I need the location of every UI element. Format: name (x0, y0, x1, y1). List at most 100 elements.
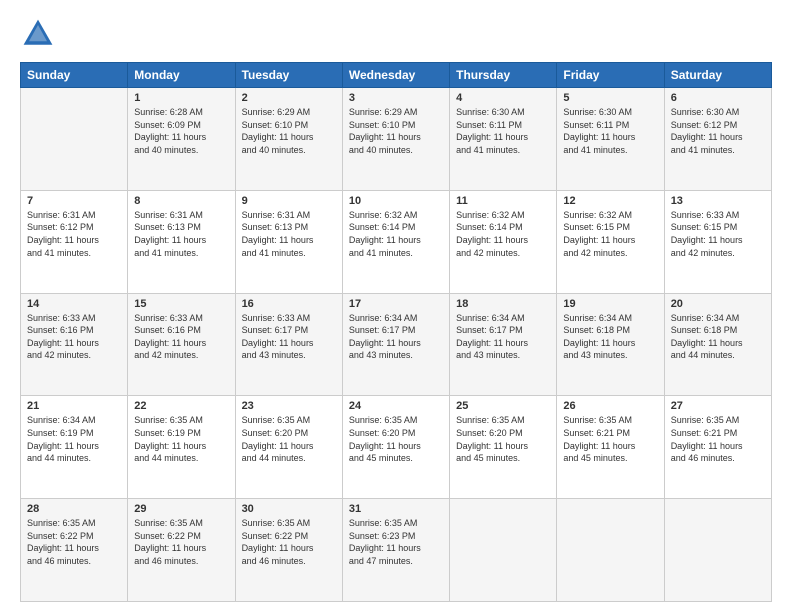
day-info: Sunrise: 6:31 AM Sunset: 6:13 PM Dayligh… (242, 209, 336, 259)
day-header-tuesday: Tuesday (235, 63, 342, 88)
calendar-cell (664, 499, 771, 602)
calendar-cell: 13Sunrise: 6:33 AM Sunset: 6:15 PM Dayli… (664, 190, 771, 293)
header-row: SundayMondayTuesdayWednesdayThursdayFrid… (21, 63, 772, 88)
day-info: Sunrise: 6:28 AM Sunset: 6:09 PM Dayligh… (134, 106, 228, 156)
header (20, 16, 772, 52)
day-number: 24 (349, 400, 443, 412)
week-row-2: 7 Sunrise: 6:31 AM Sunset: 6:12 PM Daylig… (21, 190, 772, 293)
day-number: 11 (456, 195, 550, 207)
day-info: Sunrise: 6:30 AM Sunset: 6:12 PM Dayligh… (671, 106, 765, 156)
calendar-cell (21, 88, 128, 191)
day-info: Sunrise: 6:32 AM Sunset: 6:14 PM Dayligh… (456, 209, 550, 259)
day-info: Sunrise: 6:35 AM Sunset: 6:22 PM Dayligh… (134, 517, 228, 567)
day-info: Sunrise: 6:32 AM Sunset: 6:15 PM Dayligh… (563, 209, 657, 259)
day-number: 29 (134, 503, 228, 515)
logo (20, 16, 60, 52)
week-row-1: 1Sunrise: 6:28 AM Sunset: 6:09 PM Daylig… (21, 88, 772, 191)
calendar-cell: 25 Sunrise: 6:35 AM Sunset: 6:20 PM Dayli… (450, 396, 557, 499)
day-number: 21 (27, 400, 121, 412)
calendar-cell (557, 499, 664, 602)
day-number: 23 (242, 400, 336, 412)
day-number: 14 (27, 298, 121, 310)
page: SundayMondayTuesdayWednesdayThursdayFrid… (0, 0, 792, 612)
day-info: Sunrise: 6:33 AM Sunset: 6:16 PM Dayligh… (134, 312, 228, 362)
day-number: 16 (242, 298, 336, 310)
week-row-4: 21 Sunrise: 6:34 AM Sunset: 6:19 PM Dayli… (21, 396, 772, 499)
day-number: 26 (563, 400, 657, 412)
day-info: Sunrise: 6:34 AM Sunset: 6:18 PM Dayligh… (671, 312, 765, 362)
logo-icon (20, 16, 56, 52)
calendar-cell: 27 Sunrise: 6:35 AM Sunset: 6:21 PM Dayli… (664, 396, 771, 499)
day-info: Sunrise: 6:35 AM Sunset: 6:21 PM Dayligh… (563, 414, 657, 464)
day-info: Sunrise: 6:33 AM Sunset: 6:15 PM Dayligh… (671, 209, 765, 259)
day-header-thursday: Thursday (450, 63, 557, 88)
day-header-saturday: Saturday (664, 63, 771, 88)
day-header-friday: Friday (557, 63, 664, 88)
day-number: 15 (134, 298, 228, 310)
calendar-cell: 20Sunrise: 6:34 AM Sunset: 6:18 PM Dayli… (664, 293, 771, 396)
calendar-cell: 19 Sunrise: 6:34 AM Sunset: 6:18 PM Dayli… (557, 293, 664, 396)
day-info: Sunrise: 6:31 AM Sunset: 6:13 PM Dayligh… (134, 209, 228, 259)
day-info: Sunrise: 6:35 AM Sunset: 6:22 PM Dayligh… (27, 517, 121, 567)
calendar-cell: 21 Sunrise: 6:34 AM Sunset: 6:19 PM Dayli… (21, 396, 128, 499)
calendar-cell: 18 Sunrise: 6:34 AM Sunset: 6:17 PM Dayli… (450, 293, 557, 396)
day-info: Sunrise: 6:35 AM Sunset: 6:21 PM Dayligh… (671, 414, 765, 464)
day-number: 10 (349, 195, 443, 207)
day-info: Sunrise: 6:35 AM Sunset: 6:23 PM Dayligh… (349, 517, 443, 567)
calendar-cell: 15 Sunrise: 6:33 AM Sunset: 6:16 PM Dayli… (128, 293, 235, 396)
calendar-cell: 7 Sunrise: 6:31 AM Sunset: 6:12 PM Daylig… (21, 190, 128, 293)
day-number: 18 (456, 298, 550, 310)
day-number: 19 (563, 298, 657, 310)
week-row-3: 14 Sunrise: 6:33 AM Sunset: 6:16 PM Dayli… (21, 293, 772, 396)
calendar-cell: 28 Sunrise: 6:35 AM Sunset: 6:22 PM Dayli… (21, 499, 128, 602)
day-number: 28 (27, 503, 121, 515)
day-number: 17 (349, 298, 443, 310)
calendar-cell: 31 Sunrise: 6:35 AM Sunset: 6:23 PM Dayli… (342, 499, 449, 602)
day-info: Sunrise: 6:34 AM Sunset: 6:18 PM Dayligh… (563, 312, 657, 362)
day-number: 6 (671, 92, 765, 104)
day-number: 2 (242, 92, 336, 104)
day-number: 25 (456, 400, 550, 412)
calendar-cell: 4 Sunrise: 6:30 AM Sunset: 6:11 PM Daylig… (450, 88, 557, 191)
day-info: Sunrise: 6:30 AM Sunset: 6:11 PM Dayligh… (456, 106, 550, 156)
calendar-table: SundayMondayTuesdayWednesdayThursdayFrid… (20, 62, 772, 602)
calendar-cell: 2Sunrise: 6:29 AM Sunset: 6:10 PM Daylig… (235, 88, 342, 191)
calendar-cell (450, 499, 557, 602)
day-number: 27 (671, 400, 765, 412)
day-number: 7 (27, 195, 121, 207)
calendar-cell: 14Sunrise: 6:33 AM Sunset: 6:16 PM Dayli… (21, 293, 128, 396)
day-info: Sunrise: 6:35 AM Sunset: 6:20 PM Dayligh… (456, 414, 550, 464)
calendar-cell: 1Sunrise: 6:28 AM Sunset: 6:09 PM Daylig… (128, 88, 235, 191)
calendar-cell: 16Sunrise: 6:33 AM Sunset: 6:17 PM Dayli… (235, 293, 342, 396)
day-number: 5 (563, 92, 657, 104)
day-number: 3 (349, 92, 443, 104)
calendar-cell: 29 Sunrise: 6:35 AM Sunset: 6:22 PM Dayli… (128, 499, 235, 602)
day-info: Sunrise: 6:31 AM Sunset: 6:12 PM Dayligh… (27, 209, 121, 259)
day-number: 8 (134, 195, 228, 207)
day-number: 31 (349, 503, 443, 515)
day-number: 9 (242, 195, 336, 207)
day-info: Sunrise: 6:29 AM Sunset: 6:10 PM Dayligh… (349, 106, 443, 156)
calendar-cell: 30 Sunrise: 6:35 AM Sunset: 6:22 PM Dayli… (235, 499, 342, 602)
calendar-cell: 17 Sunrise: 6:34 AM Sunset: 6:17 PM Dayli… (342, 293, 449, 396)
day-header-monday: Monday (128, 63, 235, 88)
day-info: Sunrise: 6:34 AM Sunset: 6:19 PM Dayligh… (27, 414, 121, 464)
day-header-wednesday: Wednesday (342, 63, 449, 88)
day-info: Sunrise: 6:34 AM Sunset: 6:17 PM Dayligh… (456, 312, 550, 362)
calendar-cell: 24 Sunrise: 6:35 AM Sunset: 6:20 PM Dayli… (342, 396, 449, 499)
calendar-cell: 12 Sunrise: 6:32 AM Sunset: 6:15 PM Dayli… (557, 190, 664, 293)
calendar-cell: 5Sunrise: 6:30 AM Sunset: 6:11 PM Daylig… (557, 88, 664, 191)
day-number: 12 (563, 195, 657, 207)
calendar-cell: 6 Sunrise: 6:30 AM Sunset: 6:12 PM Daylig… (664, 88, 771, 191)
calendar-cell: 11 Sunrise: 6:32 AM Sunset: 6:14 PM Dayli… (450, 190, 557, 293)
calendar-cell: 9 Sunrise: 6:31 AM Sunset: 6:13 PM Daylig… (235, 190, 342, 293)
calendar-cell: 3 Sunrise: 6:29 AM Sunset: 6:10 PM Daylig… (342, 88, 449, 191)
calendar-cell: 26 Sunrise: 6:35 AM Sunset: 6:21 PM Dayli… (557, 396, 664, 499)
week-row-5: 28 Sunrise: 6:35 AM Sunset: 6:22 PM Dayli… (21, 499, 772, 602)
day-info: Sunrise: 6:34 AM Sunset: 6:17 PM Dayligh… (349, 312, 443, 362)
calendar-cell: 23Sunrise: 6:35 AM Sunset: 6:20 PM Dayli… (235, 396, 342, 499)
day-info: Sunrise: 6:35 AM Sunset: 6:22 PM Dayligh… (242, 517, 336, 567)
day-info: Sunrise: 6:35 AM Sunset: 6:20 PM Dayligh… (349, 414, 443, 464)
day-number: 30 (242, 503, 336, 515)
day-number: 4 (456, 92, 550, 104)
